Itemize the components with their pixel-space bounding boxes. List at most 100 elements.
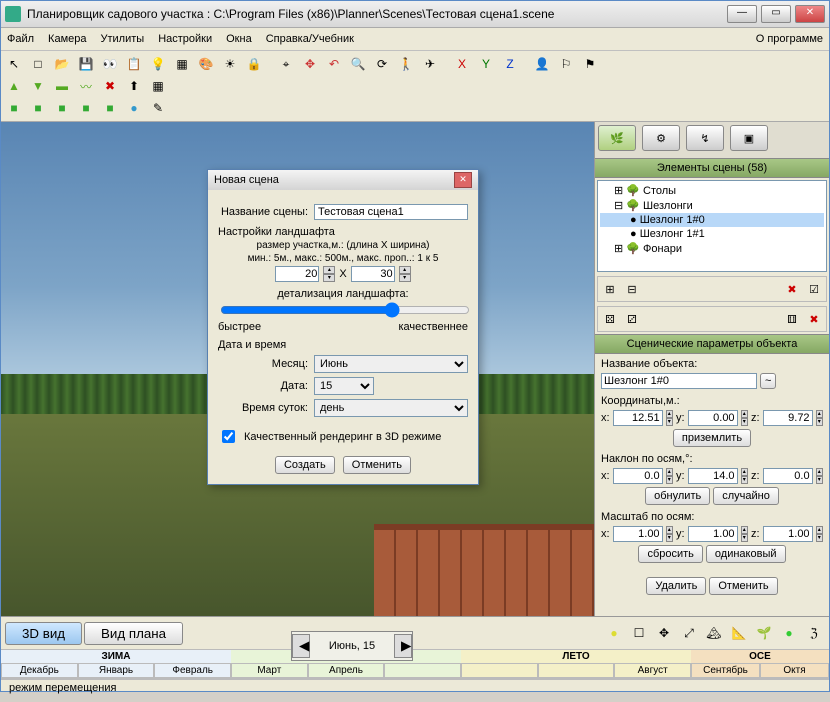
3d-icon[interactable]: ℨ bbox=[803, 622, 825, 644]
paint5-icon[interactable]: ■ bbox=[99, 97, 121, 119]
tab-paths[interactable]: ↯ bbox=[686, 125, 724, 151]
expand-icon[interactable]: ⊞ bbox=[600, 279, 620, 299]
collapse-icon[interactable]: ⊟ bbox=[622, 279, 642, 299]
zoom-icon[interactable]: 🔍 bbox=[347, 53, 369, 75]
del2-icon[interactable]: ✖ bbox=[804, 309, 824, 329]
select-icon[interactable]: ☐ bbox=[628, 622, 650, 644]
zero-button[interactable]: обнулить bbox=[645, 487, 710, 505]
menu-windows[interactable]: Окна bbox=[226, 33, 252, 45]
view-3d-button[interactable]: 3D вид bbox=[5, 622, 82, 645]
reset-button[interactable]: сбросить bbox=[638, 545, 702, 563]
scale-x-input[interactable] bbox=[613, 526, 663, 542]
y-axis-icon[interactable]: Y bbox=[475, 53, 497, 75]
month[interactable] bbox=[461, 663, 538, 678]
month[interactable]: Март bbox=[231, 663, 308, 678]
dim-x-input[interactable] bbox=[275, 266, 319, 282]
open-icon[interactable]: 📂 bbox=[51, 53, 73, 75]
sun-icon[interactable]: ☀ bbox=[219, 53, 241, 75]
render-checkbox[interactable] bbox=[222, 430, 235, 443]
create-button[interactable]: Создать bbox=[275, 456, 335, 474]
minimize-button[interactable]: — bbox=[727, 5, 757, 23]
scene-tree[interactable]: ⊞ 🌳 Столы ⊟ 🌳 Шезлонги ● Шезлонг 1#0 ● Ш… bbox=[597, 180, 827, 272]
undo-icon[interactable]: ↶ bbox=[323, 53, 345, 75]
palette-icon[interactable]: 🎨 bbox=[195, 53, 217, 75]
ground-button[interactable]: приземлить bbox=[673, 429, 751, 447]
paint1-icon[interactable]: ■ bbox=[3, 97, 25, 119]
date-next-button[interactable]: ▶ bbox=[394, 634, 412, 658]
tool-c-icon[interactable]: ⚑ bbox=[579, 53, 601, 75]
coord-x-input[interactable] bbox=[613, 410, 663, 426]
terrain-flat-icon[interactable]: ▬ bbox=[51, 75, 73, 97]
terrain-down-icon[interactable]: ▼ bbox=[27, 75, 49, 97]
tool-a-icon[interactable]: 👤 bbox=[531, 53, 553, 75]
tool-b-icon[interactable]: ⚐ bbox=[555, 53, 577, 75]
dice2-icon[interactable]: ⚂ bbox=[622, 309, 642, 329]
month[interactable]: Декабрь bbox=[1, 663, 78, 678]
z-axis-icon[interactable]: Z bbox=[499, 53, 521, 75]
menu-help[interactable]: Справка/Учебник bbox=[266, 33, 354, 45]
month-select[interactable]: Июнь bbox=[314, 355, 468, 373]
random-button[interactable]: случайно bbox=[713, 487, 779, 505]
month[interactable] bbox=[538, 663, 615, 678]
menu-about[interactable]: О программе bbox=[756, 33, 823, 45]
water-icon[interactable]: ● bbox=[123, 97, 145, 119]
tilt-z-input[interactable] bbox=[763, 468, 813, 484]
tree-item[interactable]: ● Шезлонг 1#0 bbox=[600, 213, 824, 227]
terrain2-icon[interactable]: 🏔 bbox=[703, 622, 725, 644]
dialog-cancel-button[interactable]: Отменить bbox=[343, 456, 411, 474]
nav-icon[interactable]: ⌖ bbox=[275, 53, 297, 75]
clipboard-icon[interactable]: 📋 bbox=[123, 53, 145, 75]
view-plan-button[interactable]: Вид плана bbox=[84, 622, 183, 645]
paint3-icon[interactable]: ■ bbox=[51, 97, 73, 119]
maximize-button[interactable]: ▭ bbox=[761, 5, 791, 23]
tree-item[interactable]: ⊞ 🌳 Столы bbox=[600, 183, 824, 198]
month[interactable]: Апрель bbox=[308, 663, 385, 678]
picker-icon[interactable]: ✎ bbox=[147, 97, 169, 119]
tree-item[interactable]: ● Шезлонг 1#1 bbox=[600, 227, 824, 241]
texture-icon[interactable]: ▦ bbox=[171, 53, 193, 75]
coord-y-input[interactable] bbox=[688, 410, 738, 426]
circle-yellow-icon[interactable]: ● bbox=[603, 622, 625, 644]
import-icon[interactable]: ⬆ bbox=[123, 75, 145, 97]
new-icon[interactable]: □ bbox=[27, 53, 49, 75]
month[interactable]: Октя bbox=[760, 663, 829, 678]
month[interactable]: Февраль bbox=[154, 663, 231, 678]
month[interactable]: Сентябрь bbox=[691, 663, 760, 678]
dice3-icon[interactable]: ⚅ bbox=[782, 309, 802, 329]
coord-z-input[interactable] bbox=[763, 410, 813, 426]
scale-icon[interactable]: ⤢ bbox=[678, 622, 700, 644]
date-prev-button[interactable]: ◀ bbox=[292, 634, 310, 658]
month[interactable] bbox=[384, 663, 461, 678]
menu-camera[interactable]: Камера bbox=[48, 33, 86, 45]
detail-slider[interactable] bbox=[220, 302, 470, 318]
terrain-smooth-icon[interactable]: 〰 bbox=[75, 75, 97, 97]
tilt-y-input[interactable] bbox=[688, 468, 738, 484]
tilt-x-input[interactable] bbox=[613, 468, 663, 484]
menu-utils[interactable]: Утилиты bbox=[101, 33, 145, 45]
date-select[interactable]: 15 bbox=[314, 377, 374, 395]
x-axis-icon[interactable]: X bbox=[451, 53, 473, 75]
terrain-up-icon[interactable]: ▲ bbox=[3, 75, 25, 97]
cancel-button[interactable]: Отменить bbox=[709, 577, 777, 595]
del-tree-icon[interactable]: ✖ bbox=[782, 279, 802, 299]
scale-z-input[interactable] bbox=[763, 526, 813, 542]
save-icon[interactable]: 💾 bbox=[75, 53, 97, 75]
delete-button[interactable]: Удалить bbox=[646, 577, 706, 595]
move-icon[interactable]: ✥ bbox=[299, 53, 321, 75]
object-name-input[interactable] bbox=[601, 373, 757, 389]
dialog-close-icon[interactable]: ✕ bbox=[454, 172, 472, 188]
delete-icon[interactable]: ✖ bbox=[99, 75, 121, 97]
scale-y-input[interactable] bbox=[688, 526, 738, 542]
tree-item[interactable]: ⊞ 🌳 Фонари bbox=[600, 241, 824, 256]
menu-settings[interactable]: Настройки bbox=[158, 33, 212, 45]
walk-icon[interactable]: 🚶 bbox=[395, 53, 417, 75]
paint4-icon[interactable]: ■ bbox=[75, 97, 97, 119]
lock-icon[interactable]: 🔒 bbox=[243, 53, 265, 75]
menu-file[interactable]: Файл bbox=[7, 33, 34, 45]
same-button[interactable]: одинаковый bbox=[706, 545, 786, 563]
sel-tree-icon[interactable]: ☑ bbox=[804, 279, 824, 299]
close-button[interactable]: ✕ bbox=[795, 5, 825, 23]
green-dot-icon[interactable]: ● bbox=[778, 622, 800, 644]
fly-icon[interactable]: ✈ bbox=[419, 53, 441, 75]
cursor-icon[interactable]: ↖ bbox=[3, 53, 25, 75]
